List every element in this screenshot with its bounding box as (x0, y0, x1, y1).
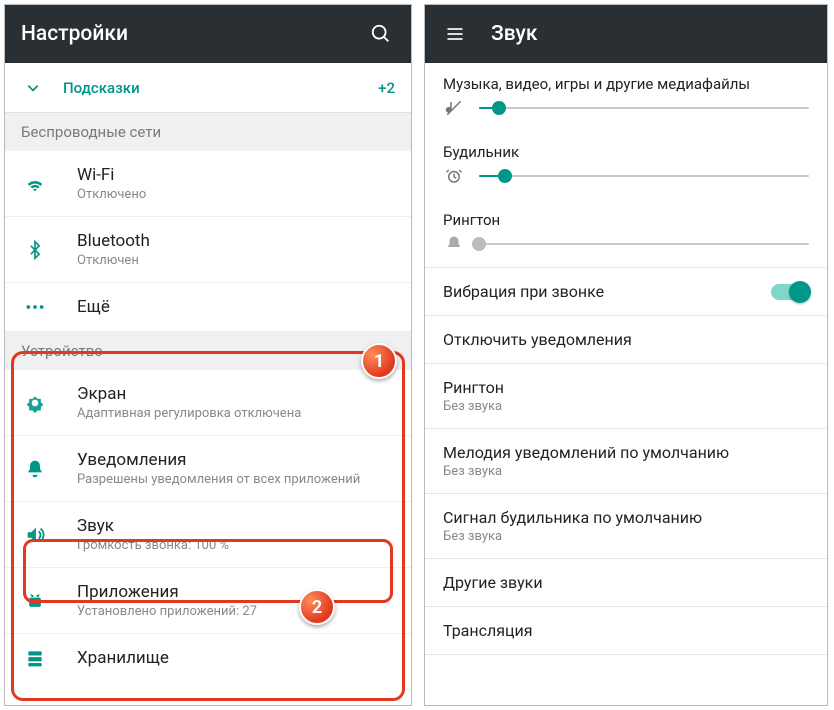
media-mute-icon (443, 99, 465, 117)
sound-title: Звук (77, 516, 395, 536)
wifi-icon (21, 173, 49, 195)
alarmsound-row[interactable]: Сигнал будильника по умолчанию Без звука (425, 493, 827, 558)
bt-title: Bluetooth (77, 231, 395, 251)
settings-item-apps[interactable]: Приложения Установлено приложений: 27 (5, 568, 411, 634)
section-device: Устройство (5, 332, 411, 370)
settings-item-bluetooth[interactable]: Bluetooth Отключен (5, 217, 411, 283)
apps-title: Приложения (77, 582, 395, 602)
notif-title: Уведомления (77, 450, 395, 470)
bell-muted-icon (443, 235, 465, 253)
ringtone-title: Рингтон (443, 378, 809, 397)
settings-item-notifications[interactable]: Уведомления Разрешены уведомления от все… (5, 436, 411, 502)
settings-header: Настройки (5, 5, 411, 63)
wifi-sub: Отключено (77, 187, 395, 202)
settings-item-wifi[interactable]: Wi-Fi Отключено (5, 151, 411, 217)
alarm-icon (443, 167, 465, 185)
media-volume-block: Музыка, видео, игры и другие медиафайлы (425, 63, 827, 131)
vibrate-switch[interactable] (771, 284, 809, 300)
bell-icon (21, 459, 49, 479)
chevron-down-icon (21, 81, 45, 95)
hamburger-icon[interactable] (441, 20, 469, 48)
vibrate-title: Вибрация при звонке (443, 282, 771, 301)
settings-item-sound[interactable]: Звук Громкость звонка: 100 % (5, 502, 411, 568)
alarmsound-title: Сигнал будильника по умолчанию (443, 508, 809, 527)
wifi-title: Wi-Fi (77, 165, 395, 185)
notifsound-title: Мелодия уведомлений по умолчанию (443, 443, 809, 462)
dnd-row[interactable]: Отключить уведомления (425, 315, 827, 363)
search-icon[interactable] (367, 20, 395, 48)
screen-title: Экран (77, 384, 395, 404)
ring-volume-block: Рингтон (425, 199, 827, 267)
other-title: Другие звуки (443, 573, 809, 592)
cast-row[interactable]: Трансляция (425, 606, 827, 655)
bluetooth-icon (21, 240, 49, 260)
dnd-title: Отключить уведомления (443, 330, 809, 349)
more-icon (21, 304, 49, 310)
settings-title: Настройки (21, 22, 367, 46)
ringtone-sub: Без звука (443, 399, 809, 414)
sound-panel: Звук Музыка, видео, игры и другие медиаф… (424, 4, 828, 706)
notifsound-row[interactable]: Мелодия уведомлений по умолчанию Без зву… (425, 428, 827, 493)
settings-item-storage[interactable]: Хранилище (5, 634, 411, 682)
volume-icon (21, 524, 49, 546)
storage-title: Хранилище (77, 648, 395, 668)
alarm-slider[interactable] (479, 175, 809, 177)
alarmsound-sub: Без звука (443, 529, 809, 544)
settings-item-display[interactable]: Экран Адаптивная регулировка отключена (5, 370, 411, 436)
ring-slider[interactable] (479, 243, 809, 245)
cast-title: Трансляция (443, 621, 809, 640)
section-wireless: Беспроводные сети (5, 113, 411, 151)
bt-sub: Отключен (77, 253, 395, 268)
hints-count: +2 (378, 79, 395, 97)
sound-header: Звук (425, 5, 827, 63)
sound-sub: Громкость звонка: 100 % (77, 538, 395, 553)
android-icon (21, 591, 49, 611)
settings-item-more[interactable]: Ещё (5, 283, 411, 332)
media-label: Музыка, видео, игры и другие медиафайлы (443, 75, 809, 93)
vibrate-row[interactable]: Вибрация при звонке (425, 267, 827, 315)
brightness-icon (21, 393, 49, 413)
othersounds-row[interactable]: Другие звуки (425, 558, 827, 606)
hints-label: Подсказки (63, 79, 378, 97)
notifsound-sub: Без звука (443, 464, 809, 479)
notif-sub: Разрешены уведомления от всех приложений (77, 472, 395, 487)
more-title: Ещё (77, 297, 395, 317)
storage-icon (21, 648, 49, 668)
alarm-label: Будильник (443, 143, 809, 161)
apps-sub: Установлено приложений: 27 (77, 604, 395, 619)
hints-row[interactable]: Подсказки +2 (5, 63, 411, 113)
alarm-volume-block: Будильник (425, 131, 827, 199)
media-slider[interactable] (479, 107, 809, 109)
ring-label: Рингтон (443, 211, 809, 229)
settings-panel: Настройки Подсказки +2 Беспроводные сети… (4, 4, 412, 706)
sound-title-header: Звук (491, 22, 811, 46)
screen-sub: Адаптивная регулировка отключена (77, 406, 395, 421)
ringtone-row[interactable]: Рингтон Без звука (425, 363, 827, 428)
